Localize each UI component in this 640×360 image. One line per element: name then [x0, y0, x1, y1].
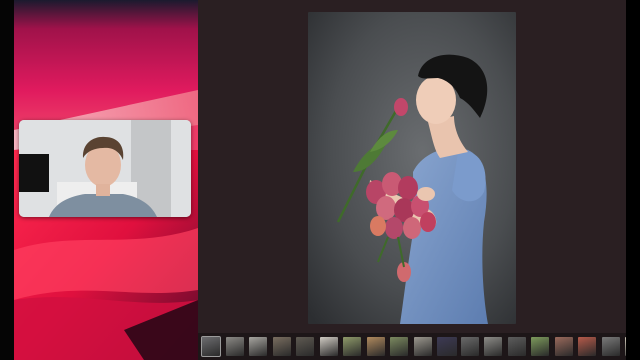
thumbnail-filmstrip	[198, 333, 640, 360]
right-border	[626, 0, 640, 360]
filmstrip-thumbnail[interactable]	[249, 337, 267, 356]
filmstrip-thumbnail[interactable]	[201, 336, 221, 357]
filmstrip-thumbnail[interactable]	[437, 337, 457, 356]
left-border	[0, 0, 14, 360]
filmstrip-thumbnail[interactable]	[554, 337, 573, 356]
filmstrip-thumbnail[interactable]	[507, 337, 526, 356]
filmstrip-thumbnail[interactable]	[272, 337, 291, 356]
filmstrip-thumbnail[interactable]	[343, 337, 361, 356]
main-photo[interactable]	[308, 12, 516, 324]
filmstrip-thumbnail[interactable]	[531, 337, 549, 356]
filmstrip-thumbnail[interactable]	[484, 337, 502, 356]
filmstrip-thumbnail[interactable]	[413, 337, 432, 356]
filmstrip-thumbnail[interactable]	[578, 337, 596, 356]
filmstrip-thumbnail[interactable]	[225, 337, 244, 356]
filmstrip-thumbnail[interactable]	[601, 337, 620, 356]
webcam-overlay[interactable]	[19, 120, 191, 217]
filmstrip-thumbnail[interactable]	[296, 337, 314, 356]
filmstrip-thumbnail[interactable]	[390, 337, 408, 356]
filmstrip-thumbnail[interactable]	[460, 337, 479, 356]
filmstrip-thumbnail[interactable]	[319, 337, 338, 356]
filmstrip-thumbnail[interactable]	[366, 337, 385, 356]
desktop-wallpaper	[14, 0, 198, 360]
webcam-person-image	[19, 120, 191, 217]
portrait-photo-image	[308, 12, 516, 324]
